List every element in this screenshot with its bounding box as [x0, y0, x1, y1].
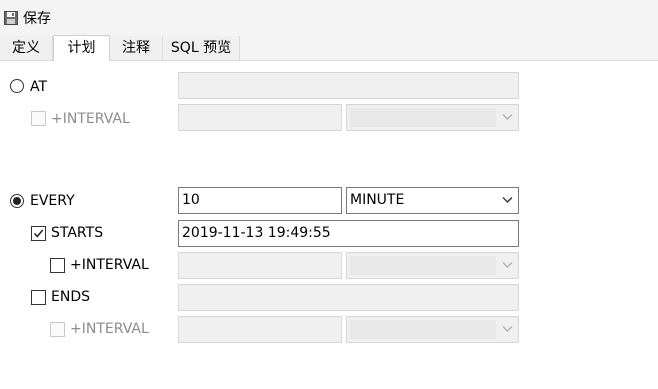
at-interval-checkbox[interactable] — [31, 111, 46, 126]
ends-interval-checkbox[interactable] — [50, 322, 65, 337]
every-value-field[interactable]: 10 — [178, 187, 342, 214]
at-radio[interactable] — [10, 79, 24, 93]
chevron-down-icon — [502, 326, 513, 332]
select-value-area — [350, 320, 496, 339]
at-interval-label: +INTERVAL — [51, 111, 130, 127]
starts-datetime-field[interactable]: 2019-11-13 19:49:55 — [178, 220, 519, 247]
save-button-label: 保存 — [23, 11, 51, 27]
starts-interval-value-field[interactable] — [178, 252, 342, 279]
starts-interval-label: +INTERVAL — [70, 257, 149, 273]
ends-interval-unit-select[interactable] — [346, 316, 519, 343]
ends-label: ENDS — [51, 289, 90, 305]
starts-checkbox[interactable] — [31, 226, 46, 241]
every-radio[interactable] — [10, 194, 24, 208]
tab-definition[interactable]: 定义 — [0, 36, 53, 60]
toolbar: 保存 — [0, 0, 658, 36]
tab-comment[interactable]: 注释 — [110, 36, 163, 60]
at-datetime-field[interactable] — [178, 72, 519, 99]
select-value-area — [350, 108, 496, 127]
ends-datetime-field[interactable] — [178, 284, 519, 311]
select-value-area — [350, 256, 496, 275]
chevron-down-icon — [502, 262, 513, 268]
ends-interval-value-field[interactable] — [178, 316, 342, 343]
every-label: EVERY — [30, 193, 75, 209]
radio-selected-dot — [13, 197, 21, 205]
starts-label: STARTS — [51, 225, 104, 241]
tab-schedule[interactable]: 计划 — [53, 35, 110, 61]
checkmark-icon — [33, 229, 44, 238]
starts-interval-checkbox[interactable] — [50, 258, 65, 273]
tab-sql-preview[interactable]: SQL 预览 — [163, 36, 240, 60]
chevron-down-icon — [502, 197, 513, 203]
every-unit-select[interactable]: MINUTE — [346, 187, 519, 214]
at-label: AT — [30, 79, 48, 95]
ends-checkbox[interactable] — [31, 290, 46, 305]
starts-interval-unit-select[interactable] — [346, 252, 519, 279]
every-unit-value: MINUTE — [350, 192, 405, 208]
ends-interval-label: +INTERVAL — [70, 321, 149, 337]
tab-bar: 定义 计划 注释 SQL 预览 — [0, 35, 658, 61]
at-interval-value-field[interactable] — [178, 104, 342, 131]
chevron-down-icon — [502, 114, 513, 120]
floppy-disk-icon — [4, 11, 18, 25]
at-interval-unit-select[interactable] — [346, 104, 519, 131]
save-button[interactable]: 保存 — [4, 7, 51, 29]
